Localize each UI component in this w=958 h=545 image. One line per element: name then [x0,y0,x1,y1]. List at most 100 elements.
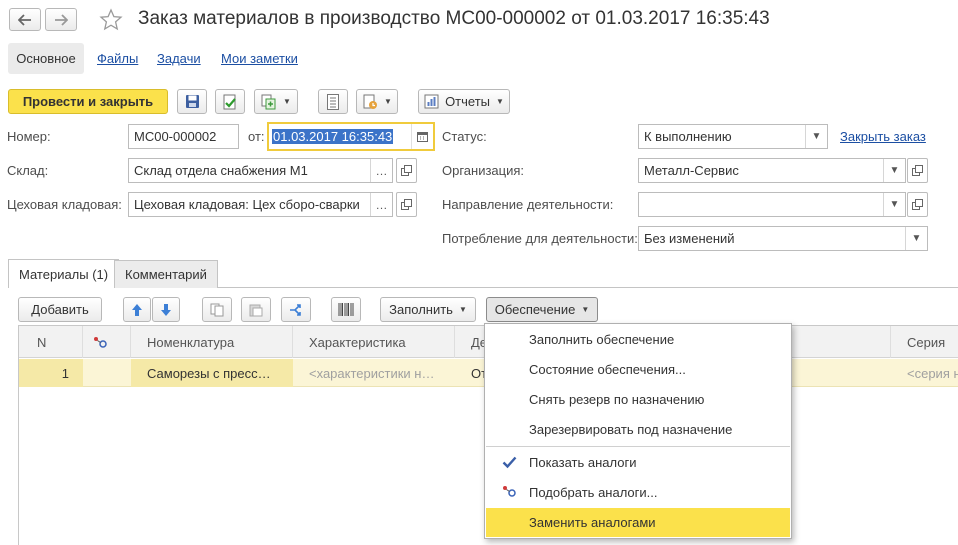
consumption-select[interactable]: Без изменений ▼ [638,226,928,251]
activity-direction-open-button[interactable] [907,192,928,217]
paste-icon [249,304,263,316]
menu-item-fill-supply[interactable]: Заполнить обеспечение [486,325,790,354]
chevron-down-icon[interactable]: ▼ [883,193,905,216]
reports-icon [424,94,439,109]
print-icon [363,94,378,109]
save-button[interactable] [177,89,207,114]
close-order-link[interactable]: Закрыть заказ [840,129,926,144]
select-button[interactable]: … [370,159,392,182]
reports-button[interactable]: Отчеты ▼ [418,89,510,114]
menu-item-reserve[interactable]: Зарезервировать под назначение [486,415,790,444]
column-header-characteristic[interactable]: Характеристика [293,326,455,358]
chevron-down-icon: ▼ [384,97,392,106]
checkmark-icon [502,456,517,469]
split-icon [290,303,301,316]
analogs-icon [94,337,107,348]
tab-my-notes[interactable]: Мои заметки [221,51,298,66]
number-field[interactable]: МС00-000002 [128,124,239,149]
add-button[interactable]: Добавить [18,297,102,322]
organization-field[interactable]: Металл-Сервис ▼ [638,158,906,183]
cell-characteristic: <характеристики н… [309,365,435,381]
cell-nomenclature: Саморезы с пресс… [131,359,293,387]
tab-tasks[interactable]: Задачи [157,51,201,66]
create-based-on-icon [261,94,276,109]
date-value: 01.03.2017 16:35:43 [272,129,394,144]
cell-n: 1 [19,359,83,387]
warehouse-label: Склад: [7,163,49,178]
arrow-left-icon [18,13,31,26]
column-header-nomenclature[interactable]: Номенклатура [131,326,293,358]
tab-comment[interactable]: Комментарий [114,260,218,288]
fill-button[interactable]: Заполнить ▼ [380,297,476,322]
menu-item-remove-reserve[interactable]: Снять резерв по назначению [486,385,790,414]
select-button[interactable]: … [370,193,392,216]
warehouse-open-button[interactable] [396,158,417,183]
date-field[interactable]: 01.03.2017 16:35:43 [267,122,435,151]
activity-direction-field[interactable]: ▼ [638,192,906,217]
date-label: от: [248,129,265,144]
calendar-icon [417,132,428,142]
shop-storeroom-label: Цеховая кладовая: [7,197,122,212]
split-row-button[interactable] [281,297,311,322]
chevron-down-icon: ▼ [458,305,467,314]
supply-dropdown-menu: Заполнить обеспечение Состояние обеспече… [484,323,792,539]
consumption-label: Потребление для деятельности: [442,231,638,246]
move-up-button[interactable] [123,297,151,322]
cell-series: <серия н [907,365,958,381]
save-icon [185,95,199,108]
post-document-icon [223,94,236,109]
barcode-icon [338,303,354,316]
forward-button[interactable] [45,8,77,31]
open-link-icon [912,199,923,210]
tab-files[interactable]: Файлы [97,51,138,66]
calendar-button[interactable] [411,124,433,149]
move-down-button[interactable] [152,297,180,322]
chevron-down-icon[interactable]: ▼ [805,125,827,148]
tab-main[interactable]: Основное [8,43,84,74]
organization-label: Организация: [442,163,525,178]
chevron-down-icon[interactable]: ▼ [883,159,905,182]
tab-materials[interactable]: Материалы (1) [8,259,120,288]
favorite-star-icon[interactable] [99,8,125,32]
menu-item-show-analogs[interactable]: Показать аналоги [486,448,790,477]
barcode-button[interactable] [331,297,361,322]
warehouse-field[interactable]: Склад отдела снабжения М1 … [128,158,393,183]
chevron-down-icon: ▼ [496,97,504,106]
list-icon [327,93,339,110]
shop-storeroom-field[interactable]: Цеховая кладовая: Цех сборо-сварки … [128,192,393,217]
create-based-on-button[interactable]: ▼ [254,89,298,114]
document-list-button[interactable] [318,89,348,114]
open-link-icon [912,165,923,176]
analogs-icon [503,486,516,497]
status-select[interactable]: К выполнению ▼ [638,124,828,149]
menu-item-supply-state[interactable]: Состояние обеспечения... [486,355,790,384]
copy-button[interactable] [202,297,232,322]
post-and-close-button[interactable]: Провести и закрыть [8,89,168,114]
copy-icon [210,303,224,316]
column-header-n[interactable]: N [19,326,83,358]
tab-main-label: Основное [16,51,76,66]
chevron-down-icon: ▼ [581,305,590,314]
arrow-up-icon [132,303,142,316]
column-header-analogs[interactable] [83,326,131,358]
status-label: Статус: [442,129,487,144]
shop-storeroom-open-button[interactable] [396,192,417,217]
arrow-down-icon [161,303,171,316]
print-button[interactable]: ▼ [356,89,398,114]
number-label: Номер: [7,129,51,144]
paste-button[interactable] [241,297,271,322]
back-button[interactable] [9,8,41,31]
window-title: Заказ материалов в производство МС00-000… [138,8,770,29]
column-header-series[interactable]: Серия [891,326,958,358]
menu-item-replace-with-analogs[interactable]: Заменить аналогами [486,508,790,537]
organization-open-button[interactable] [907,158,928,183]
supply-button[interactable]: Обеспечение ▼ [486,297,598,322]
open-link-icon [401,199,412,210]
activity-direction-label: Направление деятельности: [442,197,614,212]
open-link-icon [401,165,412,176]
arrow-right-icon [55,13,68,26]
post-button[interactable] [215,89,245,114]
menu-item-select-analogs[interactable]: Подобрать аналоги... [486,478,790,507]
chevron-down-icon[interactable]: ▼ [905,227,927,250]
menu-separator [486,446,790,447]
